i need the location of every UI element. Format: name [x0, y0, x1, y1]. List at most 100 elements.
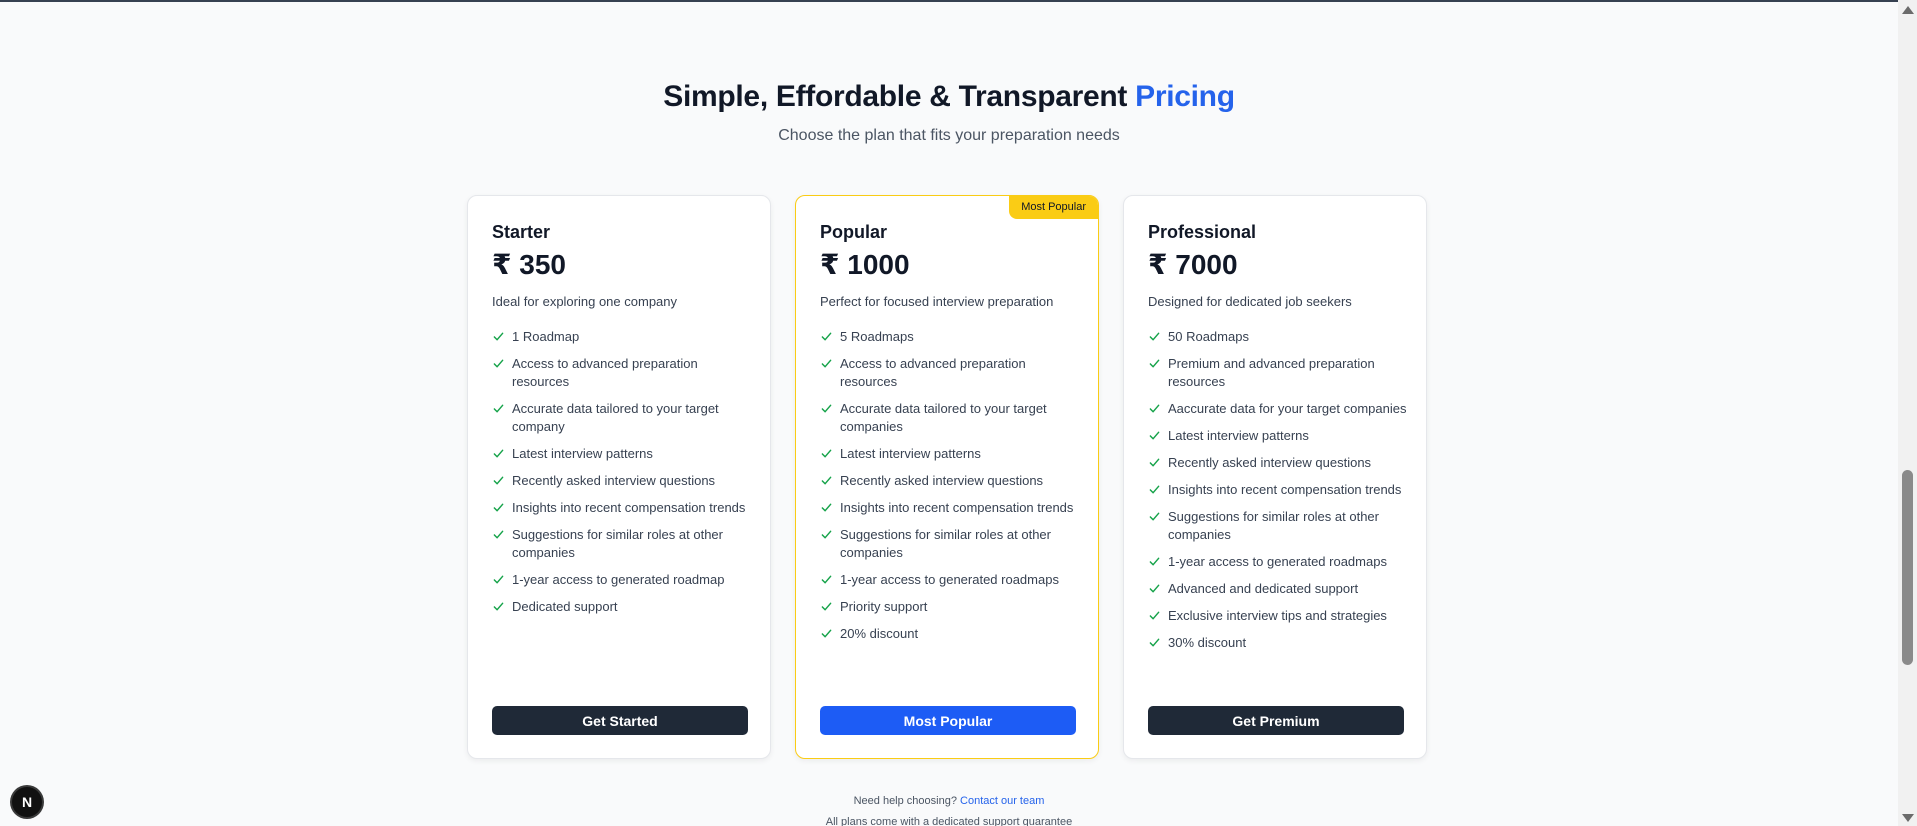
- feature-text: Aaccurate data for your target companies: [1168, 401, 1407, 416]
- feature-item: 1-year access to generated roadmaps: [820, 571, 1082, 589]
- check-icon: [821, 404, 832, 413]
- feature-text: Latest interview patterns: [1168, 428, 1309, 443]
- check-icon: [821, 332, 832, 341]
- check-icon: [821, 530, 832, 539]
- help-question: Need help choosing?: [853, 795, 957, 807]
- feature-item: Insights into recent compensation trends: [492, 499, 754, 517]
- feature-item: Latest interview patterns: [492, 445, 754, 463]
- feature-text: Accurate data tailored to your target co…: [512, 401, 719, 434]
- feature-text: Latest interview patterns: [840, 446, 981, 461]
- feature-item: 1-year access to generated roadmap: [492, 571, 754, 589]
- check-icon: [493, 602, 504, 611]
- get-started-button[interactable]: Get Started: [492, 706, 748, 735]
- feature-item: Recently asked interview questions: [492, 472, 754, 490]
- check-icon: [493, 359, 504, 368]
- plan-description: Designed for dedicated job seekers: [1148, 294, 1352, 309]
- check-icon: [821, 476, 832, 485]
- feature-list: 1 Roadmap Access to advanced preparation …: [492, 328, 754, 625]
- feature-text: Access to advanced preparation resources: [840, 356, 1026, 389]
- feature-item: Access to advanced preparation resources: [492, 355, 754, 391]
- feature-text: Suggestions for similar roles at other c…: [840, 527, 1051, 560]
- feature-text: 1-year access to generated roadmaps: [1168, 554, 1387, 569]
- dev-tools-badge[interactable]: N: [12, 787, 42, 817]
- check-icon: [1149, 359, 1160, 368]
- check-icon: [821, 503, 832, 512]
- top-divider: [0, 0, 1898, 2]
- scroll-down-arrow-icon[interactable]: [1902, 814, 1914, 822]
- plan-description: Perfect for focused interview preparatio…: [820, 294, 1054, 309]
- plan-name: Popular: [820, 222, 888, 242]
- check-icon: [1149, 584, 1160, 593]
- plan-description: Ideal for exploring one company: [492, 294, 678, 309]
- feature-text: Recently asked interview questions: [512, 473, 716, 488]
- feature-item: Suggestions for similar roles at other c…: [492, 526, 754, 562]
- most-popular-button[interactable]: Most Popular: [820, 706, 1076, 735]
- feature-text: 30% discount: [1168, 635, 1247, 650]
- feature-text: Insights into recent compensation trends: [1168, 482, 1402, 497]
- check-icon: [493, 449, 504, 458]
- feature-text: 1-year access to generated roadmaps: [840, 572, 1059, 587]
- check-icon: [1149, 512, 1160, 521]
- help-text: Need help choosing? Contact our team: [0, 795, 1898, 807]
- feature-item: Accurate data tailored to your target co…: [820, 400, 1082, 436]
- feature-item: Suggestions for similar roles at other c…: [820, 526, 1082, 562]
- feature-text: Exclusive interview tips and strategies: [1168, 608, 1387, 623]
- feature-text: 50 Roadmaps: [1168, 329, 1249, 344]
- contact-team-link[interactable]: Contact our team: [960, 795, 1044, 807]
- plan-price: ₹ 1000: [820, 249, 910, 280]
- check-icon: [1149, 332, 1160, 341]
- pricing-heading-main: Simple, Effordable & Transparent: [663, 80, 1128, 113]
- feature-item: 1-year access to generated roadmaps: [1148, 553, 1410, 571]
- feature-text: 1 Roadmap: [512, 329, 580, 344]
- feature-text: Priority support: [840, 599, 928, 614]
- feature-item: Access to advanced preparation resources: [820, 355, 1082, 391]
- feature-item: Exclusive interview tips and strategies: [1148, 607, 1410, 625]
- feature-text: Latest interview patterns: [512, 446, 653, 461]
- plan-card-professional: Professional ₹ 7000 Designed for dedicat…: [1123, 195, 1427, 759]
- feature-item: Advanced and dedicated support: [1148, 580, 1410, 598]
- scroll-up-arrow-icon[interactable]: [1902, 6, 1914, 14]
- check-icon: [493, 404, 504, 413]
- scrollbar[interactable]: [1898, 0, 1917, 826]
- feature-text: 1-year access to generated roadmap: [512, 572, 725, 587]
- check-icon: [1149, 557, 1160, 566]
- feature-text: Recently asked interview questions: [1168, 455, 1372, 470]
- feature-item: Accurate data tailored to your target co…: [492, 400, 754, 436]
- feature-text: Advanced and dedicated support: [1168, 581, 1359, 596]
- check-icon: [1149, 431, 1160, 440]
- feature-item: 5 Roadmaps: [820, 328, 1082, 346]
- feature-item: Latest interview patterns: [1148, 427, 1410, 445]
- check-icon: [821, 359, 832, 368]
- pricing-heading-accent: Pricing: [1135, 80, 1235, 113]
- check-icon: [1149, 404, 1160, 413]
- feature-item: Insights into recent compensation trends: [1148, 481, 1410, 499]
- feature-list: 50 Roadmaps Premium and advanced preparat…: [1148, 328, 1410, 661]
- plan-card-popular: Most Popular Popular ₹ 1000 Perfect for …: [795, 195, 1099, 759]
- feature-item: Dedicated support: [492, 598, 754, 616]
- check-icon: [493, 575, 504, 584]
- check-icon: [493, 476, 504, 485]
- pricing-heading: Simple, Effordable & Transparent Pricing: [0, 80, 1898, 114]
- check-icon: [1149, 638, 1160, 647]
- scrollbar-thumb[interactable]: [1902, 470, 1913, 665]
- feature-item: Aaccurate data for your target companies: [1148, 400, 1410, 418]
- check-icon: [821, 602, 832, 611]
- feature-list: 5 Roadmaps Access to advanced preparation…: [820, 328, 1082, 652]
- check-icon: [1149, 611, 1160, 620]
- check-icon: [821, 449, 832, 458]
- feature-text: Accurate data tailored to your target co…: [840, 401, 1047, 434]
- feature-text: Insights into recent compensation trends: [840, 500, 1074, 515]
- feature-item: Priority support: [820, 598, 1082, 616]
- plan-price: ₹ 350: [492, 249, 566, 280]
- feature-text: 20% discount: [840, 626, 919, 641]
- check-icon: [1149, 485, 1160, 494]
- feature-text: Suggestions for similar roles at other c…: [512, 527, 723, 560]
- feature-text: Premium and advanced preparation resourc…: [1168, 356, 1375, 389]
- feature-text: Dedicated support: [512, 599, 618, 614]
- plan-card-starter: Starter ₹ 350 Ideal for exploring one co…: [467, 195, 771, 759]
- get-premium-button[interactable]: Get Premium: [1148, 706, 1404, 735]
- check-icon: [493, 530, 504, 539]
- feature-item: 30% discount: [1148, 634, 1410, 652]
- plan-price: ₹ 7000: [1148, 249, 1238, 280]
- check-icon: [1149, 458, 1160, 467]
